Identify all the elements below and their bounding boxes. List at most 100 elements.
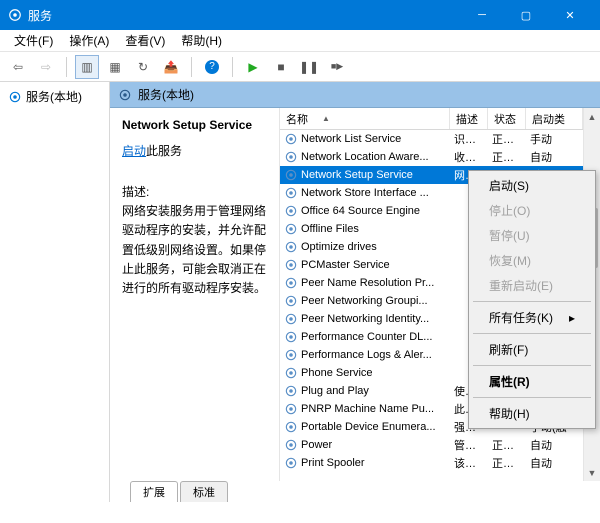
service-name: Performance Counter DL... [301, 331, 432, 343]
back-button[interactable]: ⇦ [6, 55, 30, 79]
service-name: Peer Networking Groupi... [301, 295, 428, 307]
sort-asc-icon: ▲ [322, 114, 330, 123]
service-desc: 收集... [450, 149, 488, 165]
toolbar: ⇦ ⇨ ▥ ▦ ↻ 📤 ? ▶ ■ ❚❚ ■▶ [0, 52, 600, 82]
service-name: Performance Logs & Aler... [301, 349, 432, 361]
menu-view[interactable]: 查看(V) [117, 30, 173, 51]
gear-icon [284, 258, 298, 272]
gear-icon [8, 8, 22, 22]
play-button[interactable]: ▶ [241, 55, 265, 79]
menu-action[interactable]: 操作(A) [61, 30, 117, 51]
service-desc: 识别... [450, 131, 488, 147]
service-name: Plug and Play [301, 385, 369, 397]
forward-button[interactable]: ⇨ [34, 55, 58, 79]
gear-icon [284, 420, 298, 434]
service-name: Office 64 Source Engine [301, 205, 420, 217]
service-name: Network Location Aware... [301, 151, 429, 163]
service-name: PNRP Machine Name Pu... [301, 403, 434, 415]
column-header: 名称▲ 描述 状态 启动类 [280, 108, 583, 130]
toolbar-btn[interactable]: ▦ [103, 55, 127, 79]
menu-help[interactable]: 帮助(H) [173, 30, 230, 51]
gear-icon [284, 240, 298, 254]
gear-icon [284, 150, 298, 164]
col-name[interactable]: 名称▲ [280, 108, 450, 129]
separator [473, 365, 591, 366]
tab-extended[interactable]: 扩展 [130, 481, 178, 502]
toolbar-btn[interactable]: ▥ [75, 55, 99, 79]
start-link[interactable]: 启动 [122, 144, 146, 158]
gear-icon [284, 186, 298, 200]
refresh-button[interactable]: ↻ [131, 55, 155, 79]
left-nav: 服务(本地) [0, 82, 110, 502]
col-start[interactable]: 启动类 [526, 108, 583, 129]
gear-icon [284, 366, 298, 380]
titlebar[interactable]: 服务 ─ ▢ ✕ [0, 0, 600, 30]
gear-icon [284, 402, 298, 416]
table-row[interactable]: Power管理...正在...自动 [280, 436, 583, 454]
menu-file[interactable]: 文件(F) [6, 30, 61, 51]
close-button[interactable]: ✕ [548, 0, 592, 30]
gear-icon [284, 312, 298, 326]
restart-button[interactable]: ■▶ [325, 55, 349, 79]
export-button[interactable]: 📤 [159, 55, 183, 79]
service-status: 正在... [488, 455, 526, 471]
ctx-refresh[interactable]: 刷新(F) [471, 337, 593, 362]
table-row[interactable]: Network List Service识别...正在...手动 [280, 130, 583, 148]
gear-icon [8, 90, 22, 104]
ctx-help[interactable]: 帮助(H) [471, 401, 593, 426]
ctx-start[interactable]: 启动(S) [471, 173, 593, 198]
gear-icon [284, 222, 298, 236]
desc-body: 网络安装服务用于管理网络驱动程序的安装，并允许配置低级别网络设置。如果停止此服务… [122, 202, 269, 298]
gear-icon [118, 88, 132, 102]
gear-icon [284, 330, 298, 344]
help-button[interactable]: ? [200, 55, 224, 79]
gear-icon [284, 204, 298, 218]
table-row[interactable]: Print Spooler 该服...正在...自动 [280, 454, 583, 472]
stop-button[interactable]: ■ [269, 55, 293, 79]
col-status[interactable]: 状态 [488, 108, 526, 129]
ctx-stop: 停止(O) [471, 198, 593, 223]
maximize-button[interactable]: ▢ [504, 0, 548, 30]
gear-icon [284, 276, 298, 290]
pause-button[interactable]: ❚❚ [297, 55, 321, 79]
gear-icon [284, 168, 298, 182]
service-desc: 该服... [450, 455, 488, 471]
ctx-pause: 暂停(U) [471, 223, 593, 248]
tab-standard[interactable]: 标准 [180, 481, 228, 502]
service-name: Peer Name Resolution Pr... [301, 277, 434, 289]
start-suffix: 此服务 [146, 144, 182, 158]
ctx-resume: 恢复(M) [471, 248, 593, 273]
ctx-restart: 重新启动(E) [471, 273, 593, 298]
service-status: 正在... [488, 437, 526, 453]
table-row[interactable]: Network Location Aware...收集...正在...自动 [280, 148, 583, 166]
window-title: 服务 [28, 7, 460, 24]
service-name: Offline Files [301, 223, 359, 235]
right-header-label: 服务(本地) [138, 86, 194, 103]
service-name: Peer Networking Identity... [301, 313, 429, 325]
detail-title: Network Setup Service [122, 118, 269, 132]
service-name: Network Setup Service [301, 169, 413, 181]
tabstrip: 扩展 标准 [110, 481, 600, 502]
arrow-right-icon: ▸ [569, 311, 575, 325]
service-start: 手动 [526, 131, 583, 147]
scroll-up-icon[interactable]: ▲ [584, 108, 600, 125]
separator [66, 57, 67, 77]
service-desc: 管理... [450, 437, 488, 453]
scroll-down-icon[interactable]: ▼ [584, 464, 600, 481]
nav-label: 服务(本地) [26, 88, 82, 105]
ctx-alltasks[interactable]: 所有任务(K)▸ [471, 305, 593, 330]
service-start: 自动 [526, 437, 583, 453]
gear-icon [284, 438, 298, 452]
separator [473, 397, 591, 398]
nav-services-local[interactable]: 服务(本地) [4, 86, 105, 107]
right-header: 服务(本地) [110, 82, 600, 108]
separator [232, 57, 233, 77]
service-status: 正在... [488, 149, 526, 165]
ctx-properties[interactable]: 属性(R) [471, 369, 593, 394]
minimize-button[interactable]: ─ [460, 0, 504, 30]
service-name: Print Spooler [301, 457, 365, 469]
service-name: Phone Service [301, 367, 373, 379]
service-start: 自动 [526, 455, 583, 471]
gear-icon [284, 384, 298, 398]
col-desc[interactable]: 描述 [450, 108, 488, 129]
